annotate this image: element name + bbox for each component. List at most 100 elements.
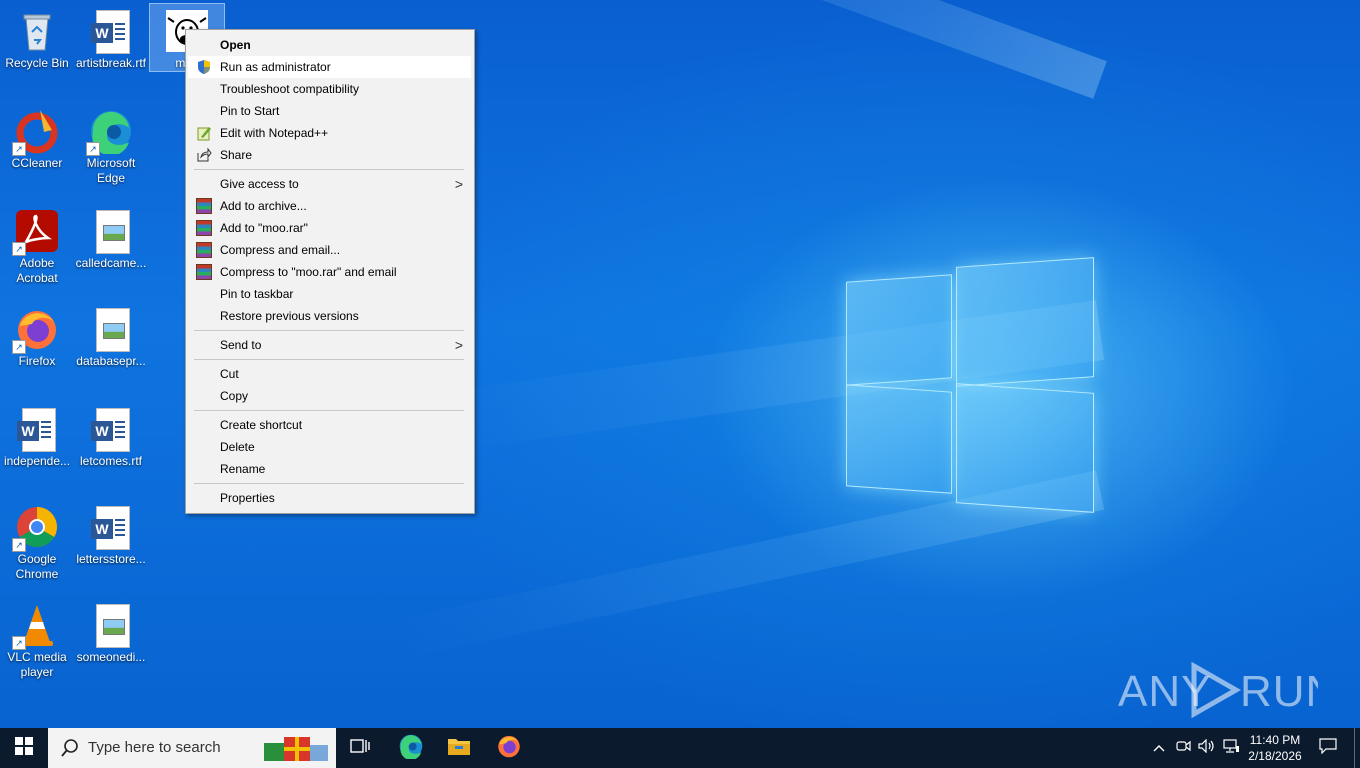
desktop-icon-artistbreak[interactable]: W artistbreak.rtf [74, 4, 148, 71]
vlc-icon: ↗ [12, 602, 60, 650]
menu-item-open[interactable]: Open [188, 34, 471, 56]
recycle-bin-icon [14, 8, 60, 54]
chevron-right-icon: > [454, 176, 463, 192]
menu-item-give-access-to[interactable]: Give access to > [188, 173, 471, 195]
menu-item-rename[interactable]: Rename [188, 458, 471, 480]
search-icon [60, 738, 80, 762]
firefox-icon: ↗ [12, 306, 60, 354]
speaker-icon [1198, 738, 1216, 758]
tray-overflow-button[interactable] [1150, 728, 1168, 768]
word-document-icon: W [88, 8, 134, 54]
word-document-icon: W [14, 406, 60, 452]
desktop-icon-lettersstore[interactable]: W lettersstore... [74, 500, 148, 567]
svg-text:ANY: ANY [1118, 667, 1211, 716]
menu-item-add-to-archive[interactable]: Add to archive... [188, 195, 471, 217]
task-view-icon [350, 737, 370, 760]
notification-center-button[interactable] [1310, 728, 1346, 768]
file-explorer-icon [447, 736, 471, 761]
desktop-icon-recycle-bin[interactable]: Recycle Bin [0, 4, 74, 71]
menu-item-delete[interactable]: Delete [188, 436, 471, 458]
tray-meet-now-button[interactable] [1172, 728, 1194, 768]
menu-item-share[interactable]: Share [188, 144, 471, 166]
icon-label: Adobe Acrobat [16, 256, 58, 285]
desktop-icon-firefox[interactable]: ↗ Firefox [0, 302, 74, 369]
desktop-icon-calledcame[interactable]: calledcame... [74, 204, 148, 271]
menu-separator [194, 483, 464, 484]
desktop-icon-microsoft-edge[interactable]: ↗ Microsoft Edge [74, 104, 148, 186]
chrome-icon: ↗ [12, 504, 60, 552]
menu-item-pin-to-start[interactable]: Pin to Start [188, 100, 471, 122]
icon-label: CCleaner [11, 156, 63, 170]
desktop-icon-vlc[interactable]: ↗ VLC media player [0, 598, 74, 680]
menu-separator [194, 330, 464, 331]
icon-label: Microsoft Edge [86, 156, 136, 185]
taskbar-file-explorer-button[interactable] [438, 728, 480, 768]
windows-start-icon [15, 736, 33, 760]
svg-text:RUN: RUN [1240, 667, 1318, 716]
desktop-icon-adobe-acrobat[interactable]: ↗ Adobe Acrobat [0, 204, 74, 286]
search-highlight-gifts-icon [262, 733, 332, 767]
chevron-up-icon [1153, 739, 1165, 757]
menu-item-cut[interactable]: Cut [188, 363, 471, 385]
taskbar-edge-button[interactable] [390, 728, 432, 768]
tray-network-button[interactable] [1220, 728, 1242, 768]
menu-separator [194, 359, 464, 360]
task-view-button[interactable] [340, 728, 380, 768]
notification-icon [1319, 737, 1337, 759]
icon-label: letcomes.rtf [79, 454, 142, 468]
menu-item-create-shortcut[interactable]: Create shortcut [188, 414, 471, 436]
ccleaner-icon: ↗ [12, 108, 60, 156]
taskbar-search-box[interactable]: Type here to search [48, 728, 336, 768]
windows-logo-graphic [846, 257, 1096, 513]
context-menu: Open Run as administrator Troubleshoot c… [185, 29, 475, 514]
menu-item-pin-to-taskbar[interactable]: Pin to taskbar [188, 283, 471, 305]
firefox-icon [496, 733, 522, 764]
tray-volume-button[interactable] [1196, 728, 1218, 768]
menu-item-send-to[interactable]: Send to > [188, 334, 471, 356]
icon-label: someonedi... [76, 650, 146, 664]
tray-clock[interactable]: 11:40 PM 2/18/2026 [1246, 728, 1304, 768]
icon-label: Google Chrome [15, 552, 59, 581]
light-beam [510, 0, 1107, 99]
desktop-icon-ccleaner[interactable]: ↗ CCleaner [0, 104, 74, 171]
icon-label: calledcame... [75, 256, 147, 270]
icon-label: Firefox [18, 354, 56, 368]
icon-label: VLC media player [7, 650, 67, 679]
search-placeholder: Type here to search [88, 739, 221, 756]
menu-item-copy[interactable]: Copy [188, 385, 471, 407]
chevron-right-icon: > [454, 337, 463, 353]
desktop-icon-google-chrome[interactable]: ↗ Google Chrome [0, 500, 74, 582]
icon-label: artistbreak.rtf [75, 56, 147, 70]
menu-item-compress-to-moo-rar-and-email[interactable]: Compress to "moo.rar" and email [188, 261, 471, 283]
show-desktop-strip[interactable] [1354, 728, 1355, 768]
image-document-icon [88, 306, 134, 352]
winrar-icon [196, 220, 212, 236]
acrobat-icon: ↗ [12, 208, 60, 256]
menu-item-edit-with-notepadpp[interactable]: Edit with Notepad++ [188, 122, 471, 144]
desktop-icon-someonedi[interactable]: someonedi... [74, 598, 148, 665]
winrar-icon [196, 264, 212, 280]
menu-item-properties[interactable]: Properties [188, 487, 471, 509]
menu-separator [194, 410, 464, 411]
menu-separator [194, 169, 464, 170]
word-document-icon: W [88, 504, 134, 550]
start-button[interactable] [0, 728, 48, 768]
menu-item-add-to-moo-rar[interactable]: Add to "moo.rar" [188, 217, 471, 239]
image-document-icon [88, 602, 134, 648]
winrar-icon [196, 198, 212, 214]
uac-shield-icon [196, 59, 212, 75]
menu-item-troubleshoot-compatibility[interactable]: Troubleshoot compatibility [188, 78, 471, 100]
menu-item-run-as-administrator[interactable]: Run as administrator [188, 56, 471, 78]
menu-item-compress-and-email[interactable]: Compress and email... [188, 239, 471, 261]
camera-icon [1175, 739, 1191, 758]
desktop-icon-independe[interactable]: W independe... [0, 402, 74, 469]
menu-item-restore-previous-versions[interactable]: Restore previous versions [188, 305, 471, 327]
taskbar-firefox-button[interactable] [488, 728, 530, 768]
desktop-icon-letcomes[interactable]: W letcomes.rtf [74, 402, 148, 469]
clock-time: 11:40 PM [1249, 733, 1301, 747]
share-icon [196, 147, 212, 163]
icon-label: databasepr... [76, 354, 146, 368]
anyrun-watermark: ANY RUN [1118, 656, 1337, 720]
desktop-icon-databasepr[interactable]: databasepr... [74, 302, 148, 369]
word-document-icon: W [88, 406, 134, 452]
